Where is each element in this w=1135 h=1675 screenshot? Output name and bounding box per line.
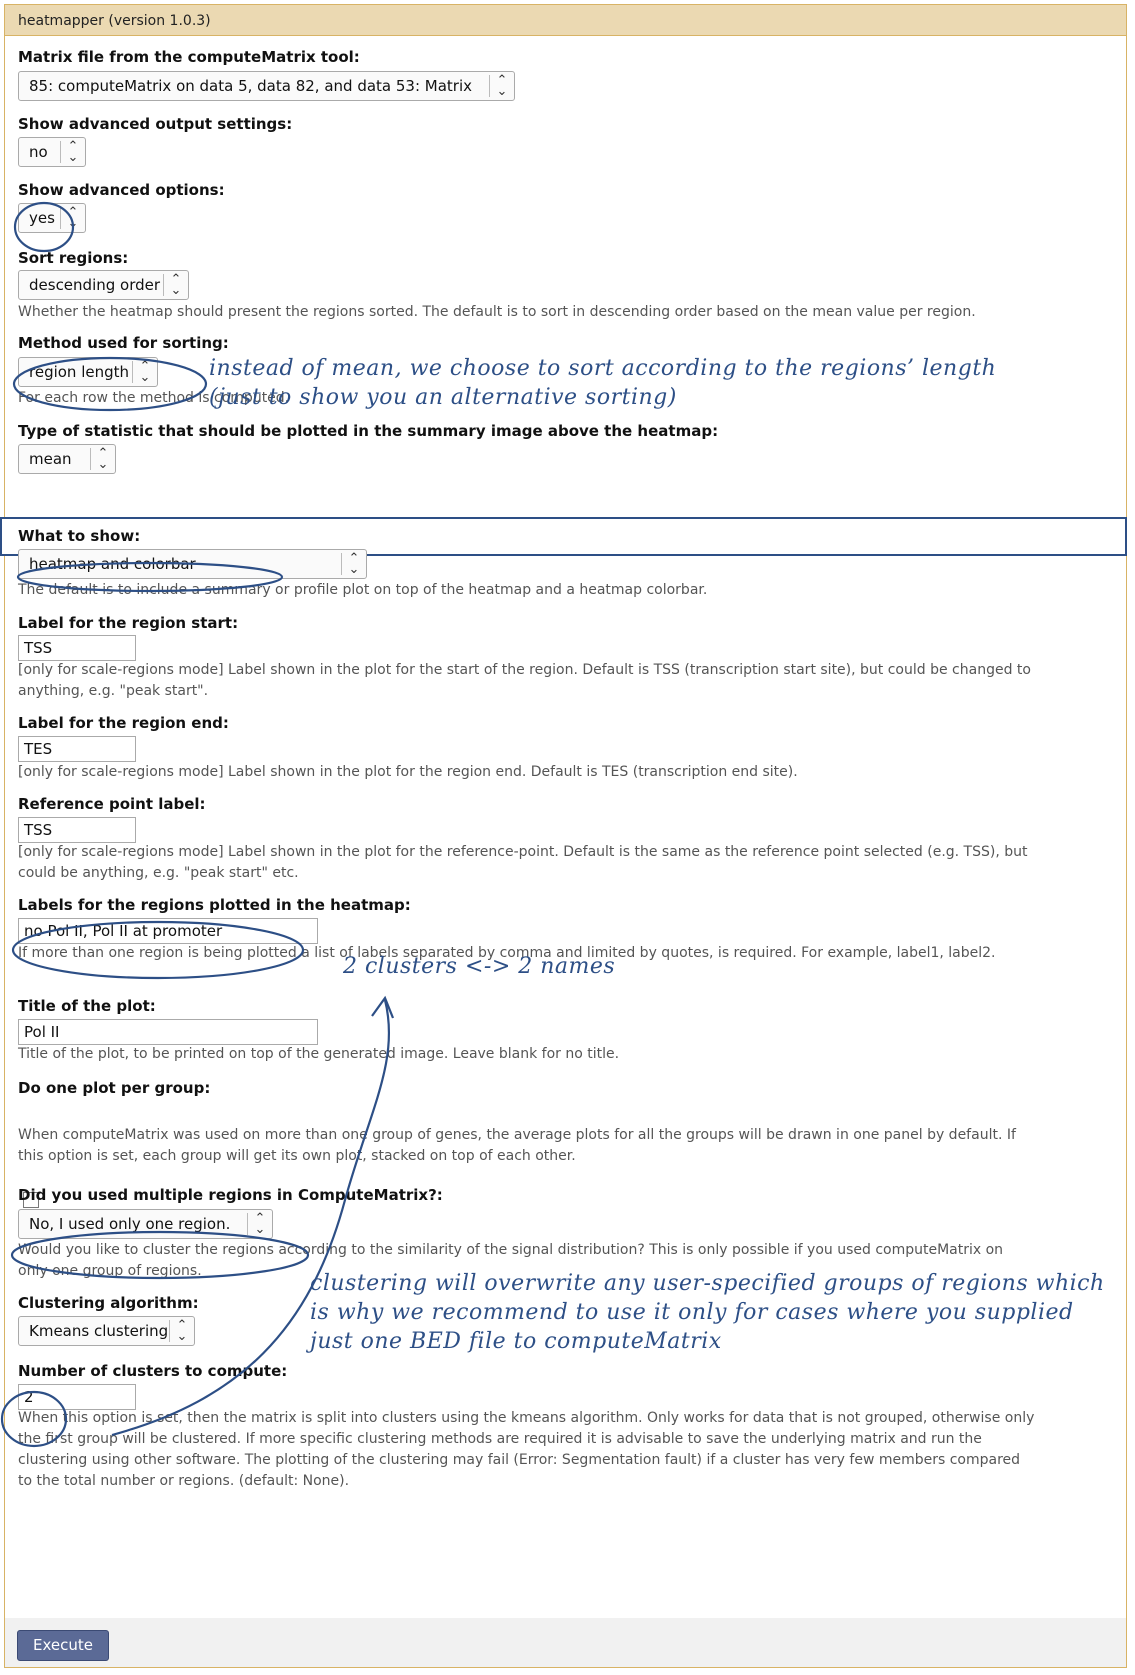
annotation-circle-region-length: [12, 356, 208, 412]
annotation-arrow-line: [111, 999, 391, 1437]
annotation-circle-what-to-show: [16, 561, 284, 593]
annotation-overlay: [0, 201, 395, 1448]
annotation-circle-yes: [13, 201, 75, 253]
annotation-circle-region-labels: [11, 920, 305, 980]
annotation-circle-n-clusters: [0, 1390, 68, 1448]
annotation-circle-multi-regions: [10, 1230, 310, 1280]
annotation-arrowhead: [371, 995, 395, 1019]
